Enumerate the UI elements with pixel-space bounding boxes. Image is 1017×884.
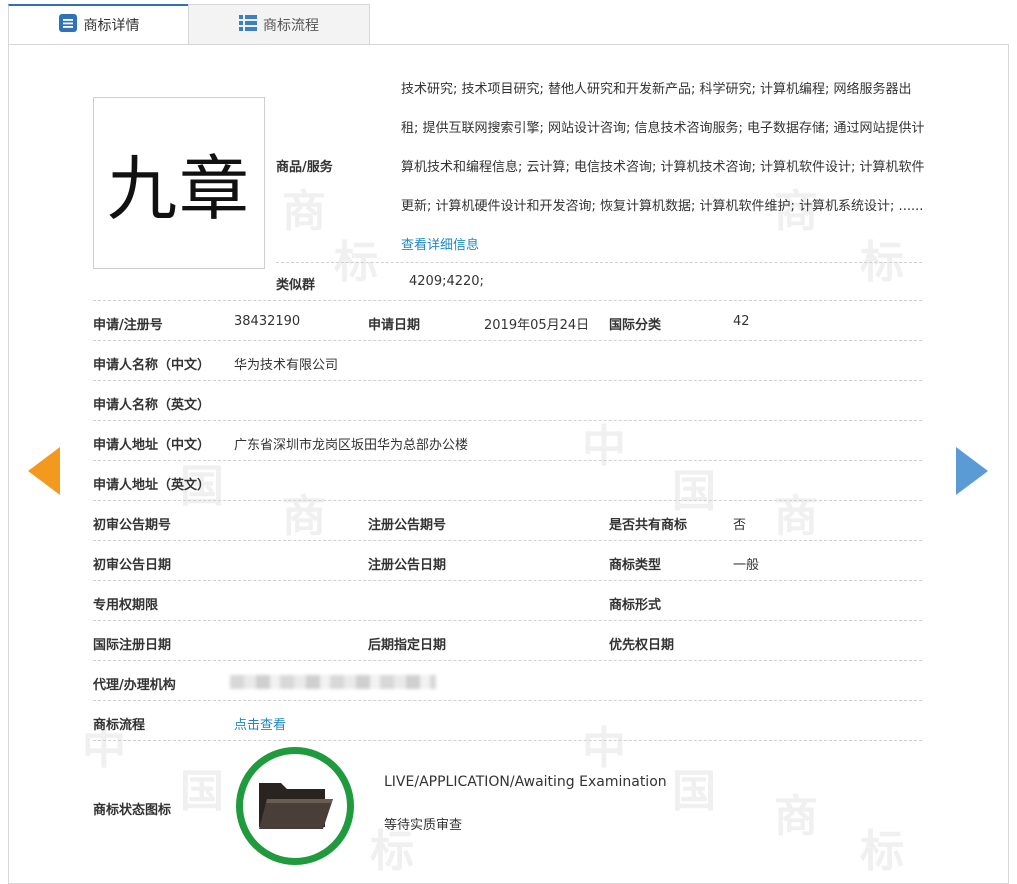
prelim-no-label: 初审公告期号 bbox=[93, 518, 172, 533]
divider bbox=[276, 262, 922, 263]
next-arrow-icon[interactable] bbox=[956, 447, 988, 495]
agent-value-redacted bbox=[230, 675, 436, 689]
previous-arrow-icon[interactable] bbox=[28, 447, 60, 495]
divider bbox=[93, 620, 922, 621]
reg-no-label: 申请/注册号 bbox=[93, 318, 163, 333]
address-cn-value: 广东省深圳市龙岗区坂田华为总部办公楼 bbox=[234, 438, 469, 453]
trademark-image: 九章 bbox=[93, 97, 265, 269]
prelim-date-label: 初审公告日期 bbox=[93, 558, 172, 573]
tab-label: 商标详情 bbox=[83, 18, 140, 34]
address-cn-label: 申请人地址（中文） bbox=[93, 438, 211, 453]
later-date-label: 后期指定日期 bbox=[368, 638, 447, 653]
tab-trademark-flow[interactable]: 商标流程 bbox=[188, 4, 370, 44]
divider bbox=[93, 540, 922, 541]
reg-pub-no-label: 注册公告期号 bbox=[368, 518, 447, 533]
similar-group-value: 4209;4220; bbox=[409, 274, 484, 289]
grid-list-icon bbox=[239, 14, 257, 35]
priority-date-label: 优先权日期 bbox=[609, 638, 675, 653]
status-en: LIVE/APPLICATION/Awaiting Examination bbox=[384, 774, 667, 790]
tm-type-value: 一般 bbox=[733, 558, 760, 573]
intl-class-label: 国际分类 bbox=[609, 318, 662, 333]
goods-services-label: 商品/服务 bbox=[276, 160, 333, 175]
shared-label: 是否共有商标 bbox=[609, 518, 688, 533]
status-icon bbox=[236, 747, 354, 865]
folder-icon bbox=[255, 775, 335, 837]
tab-bar: 商标详情 商标流程 bbox=[8, 4, 1009, 44]
status-icon-label: 商标状态图标 bbox=[93, 803, 172, 818]
tm-type-label: 商标类型 bbox=[609, 558, 662, 573]
divider bbox=[93, 580, 922, 581]
exclusive-term-label: 专用权期限 bbox=[93, 598, 159, 613]
flow-label: 商标流程 bbox=[93, 718, 146, 733]
divider bbox=[93, 340, 922, 341]
similar-group-label: 类似群 bbox=[276, 278, 316, 293]
status-cn: 等待实质审查 bbox=[384, 818, 463, 833]
divider bbox=[93, 740, 922, 741]
tab-label: 商标流程 bbox=[263, 17, 319, 34]
view-flow-link[interactable]: 点击查看 bbox=[234, 714, 286, 733]
applicant-cn-label: 申请人名称（中文） bbox=[93, 358, 211, 373]
apply-date-label: 申请日期 bbox=[368, 318, 421, 333]
divider bbox=[93, 500, 922, 501]
divider bbox=[93, 700, 922, 701]
divider bbox=[93, 460, 922, 461]
applicant-en-label: 申请人名称（英文） bbox=[93, 398, 211, 413]
apply-date-value: 2019年05月24日 bbox=[484, 318, 590, 333]
divider bbox=[93, 660, 922, 661]
reg-no-value: 38432190 bbox=[234, 314, 301, 329]
goods-services-text: 技术研究; 技术项目研究; 替他人研究和开发新产品; 科学研究; 计算机编程; … bbox=[401, 82, 925, 253]
tab-trademark-detail[interactable]: 商标详情 bbox=[8, 4, 188, 44]
view-details-link[interactable]: 查看详细信息 bbox=[401, 238, 479, 253]
shared-value: 否 bbox=[733, 518, 747, 533]
applicant-cn-value: 华为技术有限公司 bbox=[234, 358, 339, 373]
intl-class-value: 42 bbox=[733, 314, 750, 329]
reg-pub-date-label: 注册公告日期 bbox=[368, 558, 447, 573]
address-en-label: 申请人地址（英文） bbox=[93, 478, 211, 493]
trademark-logo-text: 九章 bbox=[107, 147, 251, 230]
divider bbox=[93, 300, 922, 301]
divider bbox=[93, 420, 922, 421]
intl-reg-date-label: 国际注册日期 bbox=[93, 638, 172, 653]
list-icon bbox=[58, 13, 78, 37]
tm-form-label: 商标形式 bbox=[609, 598, 662, 613]
divider bbox=[93, 380, 922, 381]
agent-label: 代理/办理机构 bbox=[93, 678, 176, 693]
